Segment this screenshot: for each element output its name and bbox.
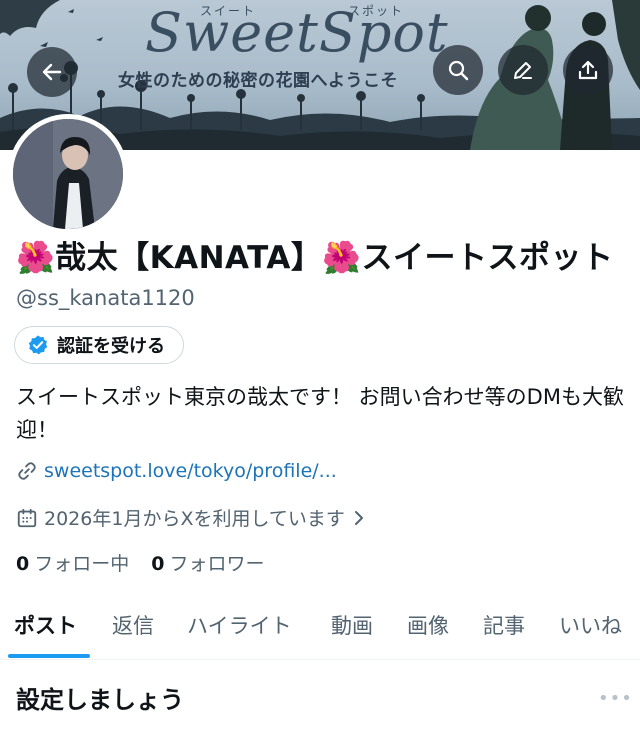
more-options-icon[interactable]: ••• <box>598 688 633 709</box>
tab-videos[interactable]: 動画 <box>331 610 373 640</box>
link-icon <box>18 462 36 480</box>
tab-likes[interactable]: いいね <box>559 610 622 640</box>
tab-images[interactable]: 画像 <box>407 610 449 640</box>
edit-button[interactable] <box>498 45 548 95</box>
display-name: 🌺哉太【KANATA】🌺スイートスポット <box>16 240 614 276</box>
profile-website[interactable]: sweetspot.love/tokyo/profile/... <box>16 460 337 482</box>
edit-icon <box>514 62 532 79</box>
tab-articles[interactable]: 記事 <box>483 610 525 640</box>
setup-section-title: 設定しましょう <box>16 686 184 714</box>
followers-count: 0 <box>151 553 165 575</box>
following-link[interactable]: 0 フォロー中 <box>16 549 129 576</box>
following-label: フォロー中 <box>34 553 130 575</box>
back-button[interactable] <box>27 47 77 97</box>
banner-tagline: 女性のための秘密の花園へようこそ <box>118 71 398 91</box>
share-button[interactable] <box>563 45 613 95</box>
join-date-text: 2026年1月からXを利用しています <box>44 508 345 530</box>
share-icon <box>578 60 598 80</box>
followers-label: フォロワー <box>169 553 265 575</box>
search-icon <box>448 60 469 81</box>
profile-bio: スイートスポット東京の哉太です！ お問い合わせ等のDMも大歓迎！ <box>16 385 624 442</box>
verified-badge-icon <box>28 335 48 355</box>
calendar-icon <box>17 508 37 527</box>
join-date[interactable]: 2026年1月からXを利用しています <box>16 504 367 531</box>
followers-link[interactable]: 0 フォロワー <box>151 549 264 576</box>
brand-logo-text: SweetSpot <box>145 1 449 64</box>
tab-highlights[interactable]: ハイライト <box>187 610 292 640</box>
chevron-right-icon <box>354 510 363 525</box>
tab-posts[interactable]: ポスト <box>14 610 77 640</box>
avatar-photo <box>13 119 123 229</box>
get-verified-button[interactable]: 認証を受ける <box>14 326 184 364</box>
tab-replies[interactable]: 返信 <box>112 610 154 640</box>
following-count: 0 <box>16 553 30 575</box>
profile-tabs: ポスト 返信 ハイライト 動画 画像 記事 いいね <box>0 598 640 660</box>
follow-stats: 0 フォロー中 0 フォロワー <box>16 549 265 576</box>
get-verified-label: 認証を受ける <box>57 336 165 357</box>
arrow-left-icon <box>42 63 62 81</box>
search-button[interactable] <box>433 45 483 95</box>
avatar[interactable] <box>8 114 128 234</box>
active-tab-indicator <box>8 654 90 658</box>
username-handle: @ss_kanata1120 <box>16 286 195 310</box>
website-link[interactable]: sweetspot.love/tokyo/profile/... <box>44 460 337 482</box>
